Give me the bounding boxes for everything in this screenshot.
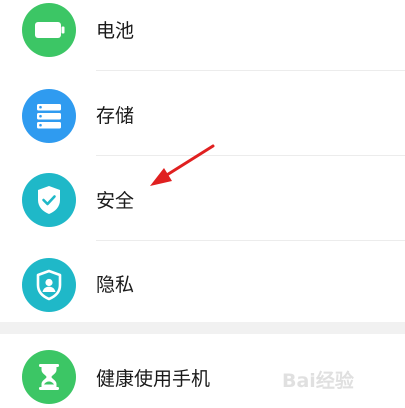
- settings-screen: 电池 存储 安全 隐私 健康使用手机 Bai经验: [0, 0, 405, 408]
- divider: [96, 155, 405, 156]
- privacy-shield-icon: [22, 258, 76, 312]
- settings-item-label: 安全: [96, 190, 135, 212]
- battery-icon: [22, 3, 76, 57]
- shield-check-icon: [22, 173, 76, 227]
- settings-item-label: 健康使用手机: [96, 368, 211, 390]
- divider: [96, 70, 405, 71]
- settings-item-label: 隐私: [96, 274, 135, 296]
- storage-icon: [22, 89, 76, 143]
- settings-item-label: 电池: [96, 20, 135, 42]
- divider: [96, 240, 405, 241]
- section-separator: [0, 322, 405, 334]
- hourglass-icon: [22, 350, 76, 404]
- watermark-text: Bai经验: [282, 370, 354, 392]
- settings-item-storage[interactable]: 存储: [0, 74, 405, 158]
- baidu-watermark: Bai经验: [282, 364, 377, 394]
- settings-item-label: 存储: [96, 105, 135, 127]
- settings-item-security[interactable]: 安全: [0, 158, 405, 242]
- settings-item-battery[interactable]: 电池: [0, 0, 405, 72]
- settings-item-privacy[interactable]: 隐私: [0, 242, 405, 326]
